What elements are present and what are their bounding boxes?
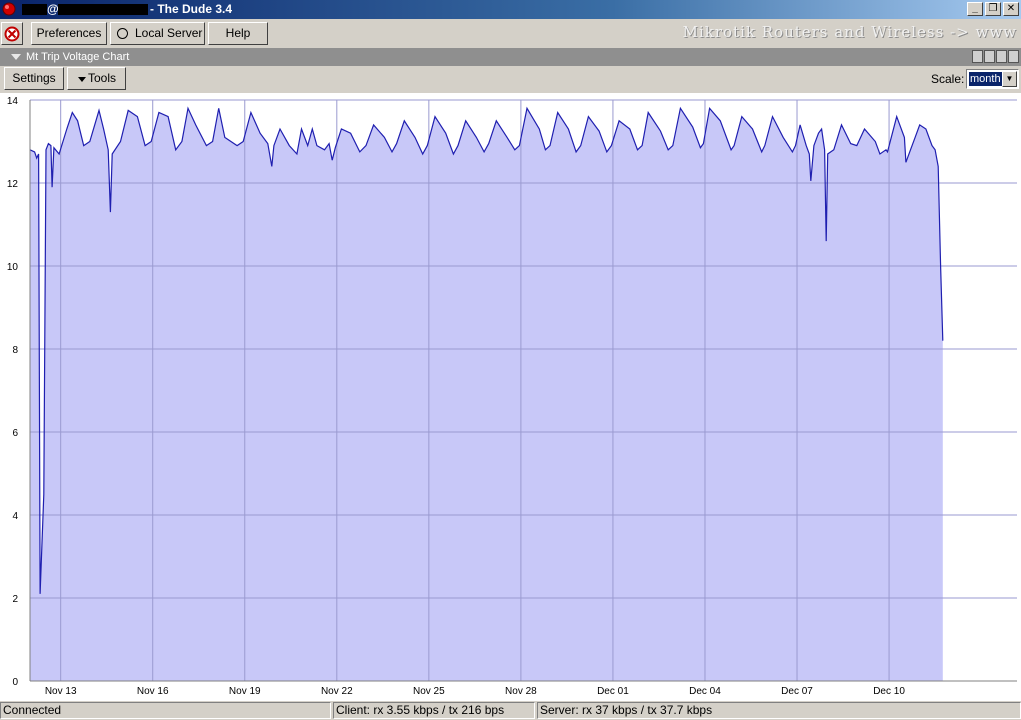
title-bar: @ - The Dude 3.4 _ ❐ ✕ (0, 0, 1021, 19)
voltage-chart-svg: 0 2 4 6 8 10 12 14 Nov 13 Nov 16 Nov 19 Nov 22 Nov 2… (7, 96, 1017, 697)
disconnect-button[interactable] (1, 22, 23, 45)
main-toolbar: Preferences Local Server Help Mikrotik R… (0, 19, 1021, 48)
y-tick-label: 14 (7, 96, 19, 107)
x-tick-label: Dec 01 (597, 686, 629, 697)
close-button[interactable]: ✕ (1003, 2, 1019, 16)
tools-button[interactable]: Tools (67, 67, 126, 90)
scale-select[interactable]: month ▼ (966, 69, 1019, 89)
x-tick-label: Dec 04 (689, 686, 721, 697)
voltage-area (30, 108, 943, 682)
title-at: @ (47, 2, 59, 16)
scale-label: Scale: (931, 72, 965, 86)
y-tick-label: 4 (12, 511, 18, 522)
dropdown-triangle-icon (78, 77, 86, 82)
layout-switcher (972, 50, 1019, 63)
collapse-triangle-icon[interactable] (11, 54, 21, 60)
local-server-button[interactable]: Local Server (110, 22, 205, 45)
panel-header: Mt Trip Voltage Chart (0, 48, 1021, 66)
dude-app-icon[interactable] (2, 2, 16, 16)
panel-title: Mt Trip Voltage Chart (26, 51, 130, 63)
x-tick-label: Dec 07 (781, 686, 813, 697)
x-tick-label: Dec 10 (873, 686, 905, 697)
layout-split-vertical-icon[interactable] (972, 50, 983, 63)
layout-split-horizontal-icon[interactable] (1008, 50, 1019, 63)
y-tick-label: 10 (7, 262, 19, 273)
client-traffic: Client: rx 3.55 kbps / tx 216 bps (333, 702, 535, 719)
y-tick-label: 8 (12, 345, 18, 356)
x-tick-label: Nov 22 (321, 686, 353, 697)
x-tick-label: Nov 13 (45, 686, 77, 697)
settings-button[interactable]: Settings (4, 67, 64, 90)
tools-label: Tools (88, 71, 117, 85)
status-bar: Connected Client: rx 3.55 kbps / tx 216 … (0, 701, 1021, 720)
y-tick-label: 2 (12, 594, 18, 605)
y-tick-label: 0 (12, 677, 18, 688)
connection-status: Connected (0, 702, 331, 719)
restore-button[interactable]: ❐ (985, 2, 1001, 16)
window-title: - The Dude 3.4 (150, 2, 233, 16)
voltage-chart[interactable]: 0 2 4 6 8 10 12 14 Nov 13 Nov 16 Nov 19 Nov 22 Nov 2… (0, 93, 1021, 701)
redacted-username (22, 4, 47, 15)
x-tick-label: Nov 25 (413, 686, 445, 697)
chevron-down-icon[interactable]: ▼ (1002, 71, 1017, 87)
disconnect-icon (4, 26, 20, 42)
y-tick-label: 12 (7, 179, 19, 190)
x-tick-label: Nov 16 (137, 686, 169, 697)
minimize-button[interactable]: _ (967, 2, 983, 16)
x-tick-label: Nov 19 (229, 686, 261, 697)
chart-toolbar: Settings Tools Scale: month ▼ (0, 66, 1021, 93)
redacted-host (58, 4, 148, 15)
scale-selected-value: month (969, 72, 1002, 86)
server-traffic: Server: rx 37 kbps / tx 37.7 kbps (537, 702, 1021, 719)
preferences-button[interactable]: Preferences (31, 22, 107, 45)
layout-split-columns-icon[interactable] (984, 50, 995, 63)
layout-single-icon[interactable] (996, 50, 1007, 63)
help-button[interactable]: Help (208, 22, 268, 45)
y-tick-label: 6 (12, 428, 18, 439)
brand-banner[interactable]: Mikrotik Routers and Wireless -> www (683, 23, 1017, 41)
x-tick-label: Nov 28 (505, 686, 537, 697)
local-server-label: Local Server (135, 26, 203, 40)
radio-circle-icon (117, 28, 128, 39)
